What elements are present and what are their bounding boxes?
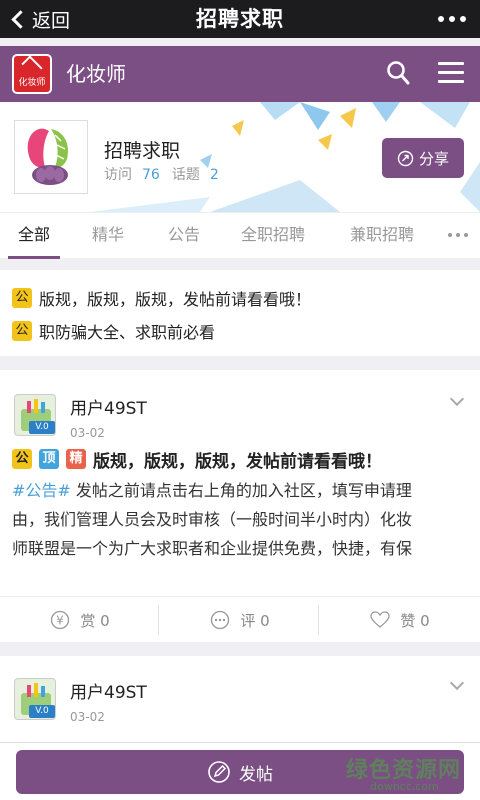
tab-announcements[interactable]: 公告 [168, 213, 200, 259]
avatar-level-badge: V.0 [29, 705, 55, 718]
post-body-line: 由，我们管理人员会及时审核（一般时间半小时内）化妆 [12, 510, 413, 529]
pinned-badge: 顶 [39, 449, 59, 469]
chevron-down-icon[interactable] [449, 675, 465, 691]
notice-item[interactable]: 公 版规，版规，版规，发帖前请看看哦！ [12, 285, 311, 311]
notice-list: 公 版规，版规，版规，发帖前请看看哦！ 公 职防骗大全、求职前必看 [0, 270, 480, 356]
community-header: 化妆师 化妆师 [0, 46, 480, 102]
makeup-logo-icon [27, 128, 69, 185]
circle-name: 招聘求职 [104, 140, 181, 162]
post-card[interactable]: V.0 用户49ST 03-02 [0, 656, 480, 742]
circle-stats: 访问 76 话题 2 [104, 164, 231, 184]
post-text: 发帖之前请点击右上角的加入社区，填写申请理 [70, 481, 412, 500]
post-title: 版规，版规，版规，发帖前请看看哦！ [93, 451, 382, 472]
like-label: 赞 0 [400, 611, 430, 630]
username[interactable]: 用户49ST [70, 678, 147, 703]
notice-badge: 公 [12, 449, 32, 469]
chevron-down-icon[interactable] [449, 391, 465, 407]
share-icon [397, 150, 414, 166]
avatar-level-badge: V.0 [29, 421, 55, 434]
topics-count: 2 [209, 167, 219, 183]
reward-label: 赏 0 [80, 611, 110, 630]
community-name: 化妆师 [66, 62, 126, 86]
house-icon [21, 55, 43, 77]
page-title: 招聘求职 [196, 7, 284, 31]
dot-icon [448, 233, 452, 237]
dot-icon [456, 233, 460, 237]
topics-label: 话题 [171, 167, 200, 183]
new-post-label: 发帖 [239, 764, 273, 785]
featured-badge: 精 [66, 449, 86, 469]
dot-icon [438, 16, 444, 22]
tab-all[interactable]: 全部 [18, 213, 50, 259]
dot-icon [460, 16, 466, 22]
heart-icon [370, 611, 390, 628]
reward-button[interactable]: ¥ 赏 0 [0, 597, 160, 643]
post-date: 03-02 [70, 710, 105, 724]
active-tab-indicator [8, 256, 60, 259]
notice-badge: 公 [12, 288, 32, 308]
dot-icon [464, 233, 468, 237]
svg-text:¥: ¥ [57, 614, 65, 628]
circle-logo [14, 120, 88, 194]
visits-count: 76 [142, 167, 160, 183]
top-nav-bar: 返回 招聘求职 [0, 0, 480, 38]
watermark-url: downcc.com [370, 780, 439, 793]
comment-label: 评 0 [240, 611, 270, 630]
dot-icon [449, 16, 455, 22]
username[interactable]: 用户49ST [70, 394, 147, 419]
post-body-line: 师联盟是一个为广大求职者和企业提供免费，快捷，有保 [12, 539, 413, 558]
divider [318, 605, 319, 635]
divider [158, 605, 159, 635]
tab-parttime-jobs[interactable]: 兼职招聘 [350, 213, 414, 259]
menu-icon[interactable] [438, 62, 464, 84]
avatar[interactable]: V.0 [14, 394, 56, 436]
search-icon[interactable] [386, 60, 410, 86]
tab-featured[interactable]: 精华 [92, 213, 124, 259]
post-tag[interactable]: #公告# [12, 481, 71, 500]
notice-text: 职防骗大全、求职前必看 [39, 323, 216, 342]
post-body-line: #公告# 发帖之前请点击右上角的加入社区，填写申请理 [12, 476, 470, 505]
share-button[interactable]: 分享 [382, 138, 464, 178]
tab-fulltime-jobs[interactable]: 全职招聘 [241, 213, 305, 259]
post-date: 03-02 [70, 426, 105, 440]
more-tabs-button[interactable] [448, 233, 468, 237]
comment-button[interactable]: 评 0 [160, 597, 320, 643]
logo-text: 化妆师 [18, 78, 46, 88]
post-title-row[interactable]: 公 顶 精 版规，版规，版规，发帖前请看看哦！ [12, 446, 382, 472]
visits-label: 访问 [104, 167, 132, 183]
share-label: 分享 [418, 149, 449, 168]
notice-badge: 公 [12, 321, 32, 341]
circle-info-card: 招聘求职 访问 76 话题 2 分享 [0, 102, 480, 212]
comment-icon [211, 610, 230, 630]
more-options-button[interactable] [438, 8, 466, 30]
community-logo[interactable]: 化妆师 [12, 54, 52, 94]
post-body[interactable]: #公告# 发帖之前请点击右上角的加入社区，填写申请理 由，我们管理人员会及时审核… [12, 476, 470, 563]
like-button[interactable]: 赞 0 [320, 597, 480, 643]
avatar[interactable]: V.0 [14, 678, 56, 720]
category-tabs: 全部 精华 公告 全职招聘 兼职招聘 [0, 212, 480, 259]
notice-text: 版规，版规，版规，发帖前请看看哦！ [39, 290, 312, 309]
notice-item[interactable]: 公 职防骗大全、求职前必看 [12, 318, 215, 344]
post-actions: ¥ 赏 0 评 0 赞 0 [0, 596, 480, 642]
edit-icon [208, 761, 230, 783]
yen-icon: ¥ [51, 610, 70, 630]
